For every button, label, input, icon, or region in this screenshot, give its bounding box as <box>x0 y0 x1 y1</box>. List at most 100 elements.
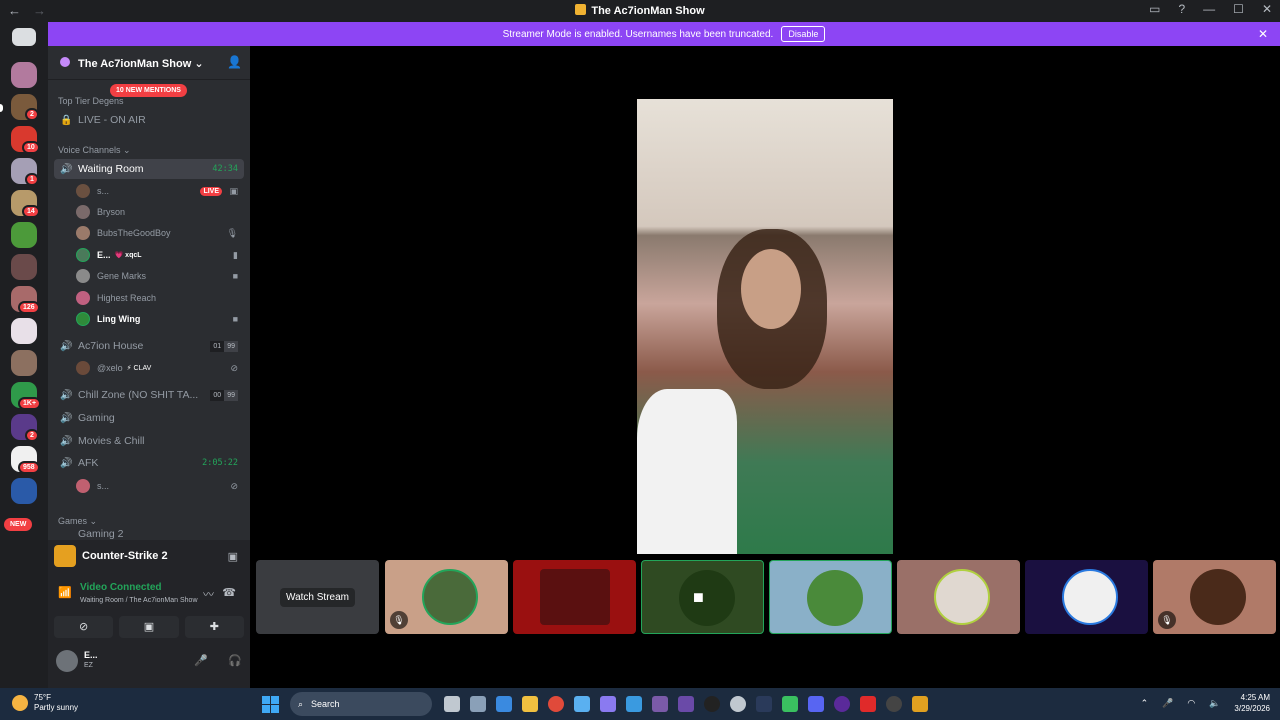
participant-tile[interactable]: ■ <box>641 560 764 634</box>
server-header[interactable]: The Ac7ionMan Show ⌄ 👤 <box>48 46 250 80</box>
screen-icon: ▣ <box>229 185 238 196</box>
obs-icon[interactable] <box>886 696 902 712</box>
clock[interactable]: 4:25 AM 3/29/2026 <box>1234 692 1270 714</box>
screen-share-button[interactable]: ▣ <box>119 616 179 638</box>
steam-icon[interactable] <box>756 696 772 712</box>
taskbar-apps <box>444 696 928 712</box>
app-icon[interactable] <box>912 696 928 712</box>
photos-icon[interactable] <box>496 696 512 712</box>
gamepad-icon[interactable] <box>600 696 616 712</box>
voice-user[interactable]: E... 💗 xqcL ▮ <box>76 246 242 264</box>
participant-tile[interactable] <box>769 560 892 634</box>
discord-icon[interactable] <box>808 696 824 712</box>
user-tag: 💗 xqcL <box>114 252 142 259</box>
channel-action-house[interactable]: 🔊 Ac7ion House 01 99 <box>54 336 244 356</box>
minimize-button[interactable]: — <box>1203 2 1215 16</box>
weather-widget[interactable]: 75°F Partly sunny <box>12 693 78 713</box>
stream-tile[interactable]: Watch Stream <box>256 560 379 634</box>
server-icon[interactable] <box>11 62 37 88</box>
server-icon[interactable] <box>11 318 37 344</box>
voice-user[interactable]: s... LIVE ▣ <box>76 182 242 200</box>
spotify-icon[interactable] <box>782 696 798 712</box>
current-game[interactable]: Counter-Strike 2 ▣ <box>48 540 250 572</box>
new-mentions-badge[interactable]: 10 NEW MENTIONS <box>110 84 187 97</box>
notepad-icon[interactable] <box>574 696 590 712</box>
participant-tile[interactable] <box>513 560 636 634</box>
github-icon[interactable] <box>704 696 720 712</box>
app-icon[interactable] <box>860 696 876 712</box>
participant-tile[interactable]: 🎙 <box>385 560 508 634</box>
close-icon[interactable]: ✕ <box>1258 27 1268 41</box>
server-icon[interactable] <box>11 222 37 248</box>
shark-icon[interactable] <box>626 696 642 712</box>
deafened-icon: ⊘ <box>230 362 238 373</box>
volume-icon[interactable]: 🔈 <box>1209 698 1220 709</box>
channel-chill-zone[interactable]: 🔊 Chill Zone (NO SHIT TA... 00 99 <box>54 385 244 405</box>
app-icon[interactable] <box>678 696 694 712</box>
voice-user[interactable]: BubsTheGoodBoy 🎙 <box>76 224 242 242</box>
avatar[interactable] <box>56 650 78 672</box>
server-icon[interactable] <box>11 350 37 376</box>
main-video[interactable] <box>637 99 893 554</box>
mic-icon[interactable]: 🎤 <box>194 654 208 667</box>
channel-gaming-2[interactable]: Gaming 2 <box>54 528 244 540</box>
watch-stream-button[interactable]: Watch Stream <box>280 587 355 607</box>
camera-icon: ■ <box>232 314 238 324</box>
new-servers-badge[interactable]: NEW <box>4 518 33 531</box>
server-icon[interactable] <box>11 478 37 504</box>
add-user-icon[interactable]: 👤 <box>227 55 242 69</box>
mic-icon[interactable]: 🎤 <box>1162 698 1173 709</box>
voice-user[interactable]: Ling Wing ■ <box>76 310 242 328</box>
wifi-icon[interactable]: ◠ <box>1187 698 1195 709</box>
voice-user[interactable]: @xelo ⚡ CLAV ⊘ <box>76 359 242 377</box>
category-games[interactable]: Games ⌄ <box>58 516 97 527</box>
disconnect-icon[interactable]: ☎ <box>222 586 236 599</box>
avatar <box>422 569 478 625</box>
chrome-icon[interactable] <box>548 696 564 712</box>
activities-button[interactable]: ✚ <box>184 616 244 638</box>
taskbar-search[interactable]: ⌕ Search <box>290 692 432 716</box>
speaker-icon: 🔊 <box>60 163 73 175</box>
channel-waiting-room[interactable]: 🔊 Waiting Room 42:34 <box>54 159 244 179</box>
category-voice-channels[interactable]: Voice Channels ⌄ <box>58 145 131 156</box>
channel-gaming[interactable]: 🔊 Gaming <box>54 408 244 428</box>
close-window-button[interactable]: ✕ <box>1262 2 1272 16</box>
connection-location[interactable]: Waiting Room / The Ac7ionMan Show <box>80 597 198 604</box>
discord-home-icon[interactable] <box>12 28 36 46</box>
headphones-icon[interactable]: 🎧 <box>228 654 242 667</box>
participant-tile[interactable] <box>1025 560 1148 634</box>
window-title: The Ac7ionMan Show <box>0 4 1280 17</box>
maximize-button[interactable]: ☐ <box>1233 2 1244 16</box>
inbox-icon[interactable]: ▭ <box>1149 2 1160 16</box>
chevron-up-icon[interactable]: ⌃ <box>1141 698 1149 709</box>
user-limit: 01 99 <box>210 340 238 352</box>
vr-icon[interactable] <box>652 696 668 712</box>
help-icon[interactable]: ? <box>1178 2 1185 16</box>
voice-user[interactable]: Gene Marks ■ <box>76 267 242 285</box>
app-icon[interactable] <box>834 696 850 712</box>
voice-user[interactable]: Highest Reach <box>76 289 242 307</box>
participant-tiles: Watch Stream 🎙 ■ 🎙 <box>256 560 1280 634</box>
category-top-tier[interactable]: Top Tier Degens <box>58 96 124 106</box>
avatar <box>76 291 90 305</box>
participant-tile[interactable] <box>897 560 1020 634</box>
voice-user[interactable]: Bryson <box>76 203 242 221</box>
settings-icon[interactable] <box>470 696 486 712</box>
camera-off-button[interactable]: ⊘ <box>54 616 114 638</box>
channel-live-on-air[interactable]: 🔒 LIVE - ON AIR <box>54 110 244 130</box>
stream-icon[interactable]: ▣ <box>228 550 238 563</box>
windows-start-icon[interactable] <box>262 696 279 713</box>
file-explorer-icon[interactable] <box>522 696 538 712</box>
voice-user[interactable]: s... ⊘ <box>76 477 242 495</box>
mic-muted-icon: 🎙 <box>390 611 408 629</box>
disable-button[interactable]: Disable <box>781 26 826 42</box>
server-badge: 14 <box>22 205 40 218</box>
noise-suppression-icon[interactable]: 〰 <box>203 586 214 602</box>
channel-afk[interactable]: 🔊 AFK 2:05:22 <box>54 453 244 473</box>
channel-movies-chill[interactable]: 🔊 Movies & Chill <box>54 431 244 451</box>
task-view-icon[interactable] <box>444 696 460 712</box>
server-icon[interactable] <box>11 254 37 280</box>
participant-tile[interactable]: 🎙 <box>1153 560 1276 634</box>
app-icon[interactable] <box>730 696 746 712</box>
signal-icon[interactable]: 📶 <box>58 586 72 599</box>
